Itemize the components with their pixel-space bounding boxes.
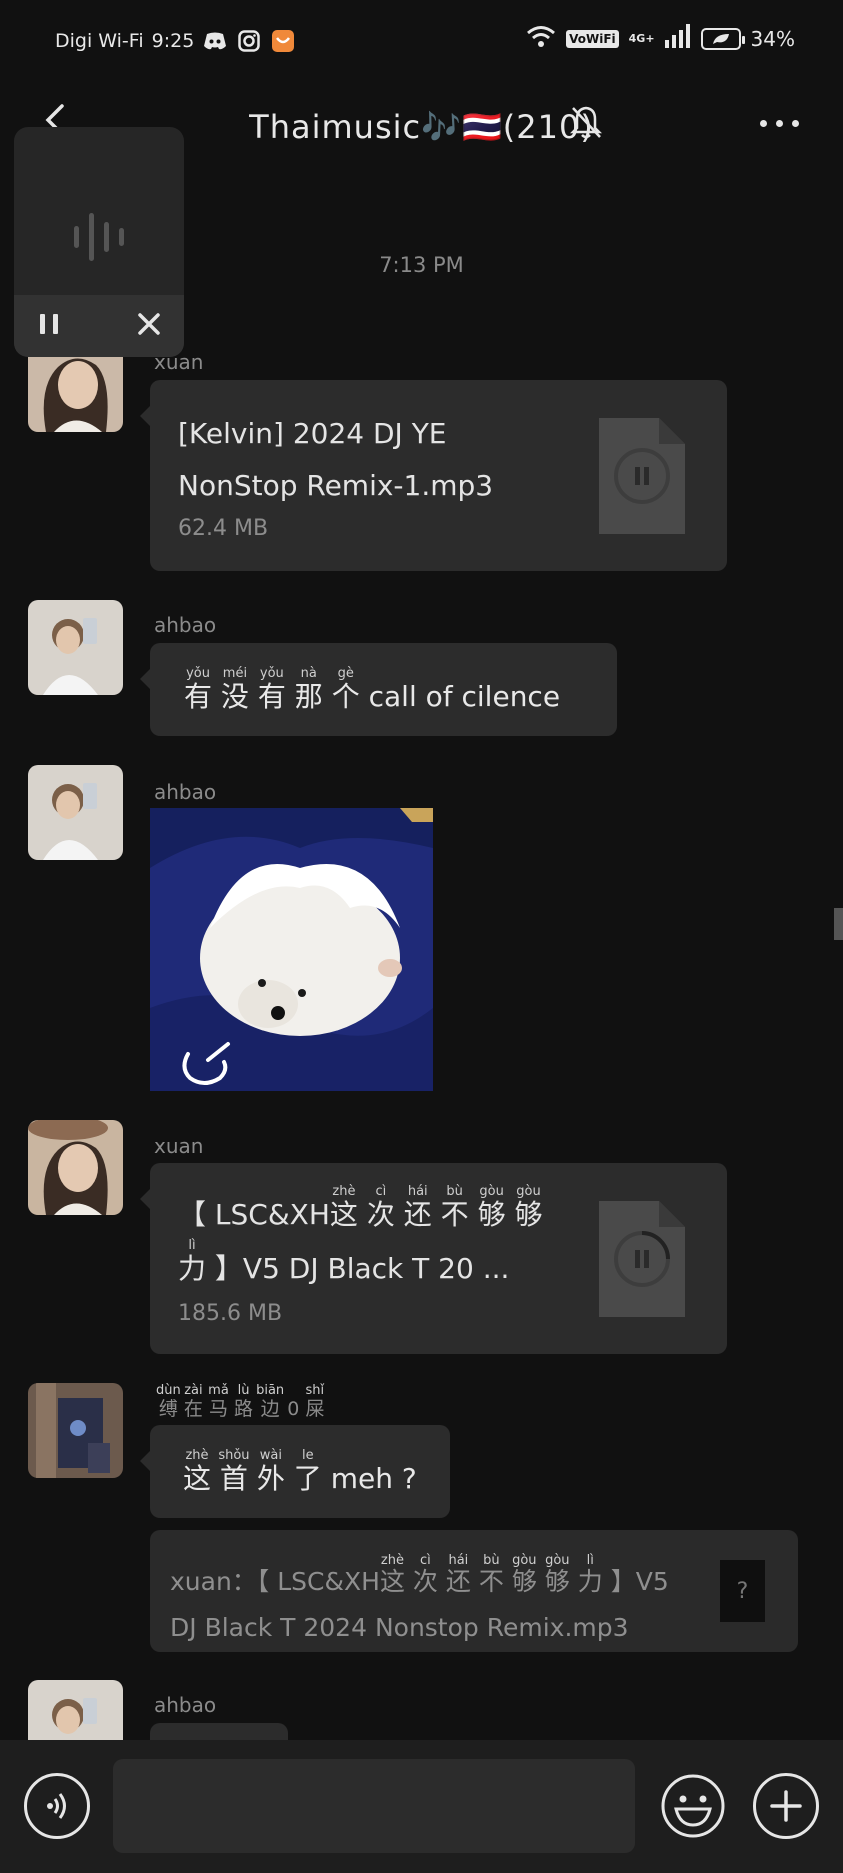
sender-name: xuan <box>154 1134 204 1158</box>
signal-icon <box>664 24 691 53</box>
emoji-icon[interactable] <box>660 1773 726 1839</box>
message-text: 这zhè 首shǒu 外wài 了le meh ? <box>183 1448 417 1495</box>
ruby-char: 了le <box>293 1448 322 1495</box>
unknown-file-icon: ? <box>720 1560 765 1622</box>
avatar-ahbao[interactable] <box>28 1680 123 1740</box>
ruby-char: 0 <box>287 1398 300 1420</box>
ruby-char: 够gòu <box>514 1184 543 1231</box>
file-message[interactable]: 【 LSC&XH这zhè 次cì 还hái 不bù 够gòu 够gòu 力lì … <box>140 1163 727 1354</box>
ruby-char: 边biān <box>256 1383 285 1420</box>
sender-name: ahbao <box>154 780 217 804</box>
sender-name: ahbao <box>154 613 217 637</box>
quoted-text: xuan：【 LSC&XH这zhè 次cì 还hái 不bù 够gòu 够gòu… <box>170 1553 669 1642</box>
ruby-char: 缚dùn <box>156 1383 181 1420</box>
ruby-char: 有yǒu <box>184 666 213 713</box>
vowifi-badge: VoWiFi <box>566 29 619 48</box>
file-name: 【 LSC&XH这zhè 次cì 还hái 不bù 够gòu 够gòu 力lì … <box>178 1184 543 1285</box>
ruby-char: 这zhè <box>183 1448 212 1495</box>
ruby-char: 还hái <box>403 1184 432 1231</box>
status-left: Digi Wi-Fi 9:25 <box>55 28 296 54</box>
text-message[interactable]: 有yǒu 没méi 有yǒu 那nà 个gè call of cilence <box>140 643 617 736</box>
message-input[interactable] <box>113 1759 635 1853</box>
floating-audio-player[interactable] <box>14 127 184 357</box>
status-right: VoWiFi 4G+ 34% <box>526 24 795 53</box>
file-size: 62.4 MB <box>178 516 269 541</box>
ruby-char: 没méi <box>220 666 249 713</box>
file-pause-icon[interactable] <box>599 1201 685 1317</box>
carrier-label: Digi Wi-Fi <box>55 30 144 52</box>
avatar-ahbao[interactable] <box>28 600 123 695</box>
loading-icon <box>178 1040 234 1090</box>
file-size: 185.6 MB <box>178 1301 283 1326</box>
file-pause-icon[interactable] <box>599 418 685 534</box>
avatar-user[interactable] <box>28 1383 123 1478</box>
sender-name: 缚dùn 在zài 马mǎ 路lù 边biān 0 屎shǐ <box>156 1383 325 1421</box>
ruby-char: 力lì <box>577 1553 603 1596</box>
avatar-xuan[interactable] <box>28 1120 123 1215</box>
network-type: 4G+ <box>628 32 655 45</box>
instagram-icon <box>236 28 262 54</box>
ruby-char: 这zhè <box>329 1184 358 1231</box>
voice-icon[interactable] <box>24 1773 90 1839</box>
ruby-char: 不bù <box>440 1184 469 1231</box>
ruby-char: 够gòu <box>544 1553 570 1596</box>
ruby-char: 有yǒu <box>257 666 286 713</box>
file-name: [Kelvin] 2024 DJ YE NonStop Remix-1.mp3 <box>178 417 494 502</box>
sender-name: ahbao <box>154 1693 217 1717</box>
quoted-message[interactable]: xuan：【 LSC&XH这zhè 次cì 还hái 不bù 够gòu 够gòu… <box>150 1530 798 1652</box>
player-controls <box>14 295 184 357</box>
ruby-char: 够gòu <box>511 1553 537 1596</box>
ruby-char: 够gòu <box>477 1184 506 1231</box>
text-message[interactable]: 这zhè 首shǒu 外wài 了le meh ? <box>140 1425 450 1518</box>
ruby-char: 屎shǐ <box>305 1383 325 1420</box>
ruby-char: 路lù <box>234 1383 254 1420</box>
pause-icon[interactable] <box>36 311 62 341</box>
text-message[interactable] <box>150 1723 288 1740</box>
audio-wave-icon <box>14 187 184 287</box>
status-bar: Digi Wi-Fi 9:25 VoWiFi 4G+ 34% <box>0 0 843 80</box>
ruby-char: 力lì <box>178 1238 207 1285</box>
ruby-char: 那nà <box>294 666 323 713</box>
battery-icon <box>700 27 745 50</box>
avatar-ahbao[interactable] <box>28 765 123 860</box>
ruby-char: 还hái <box>445 1553 471 1596</box>
close-icon[interactable] <box>136 311 162 341</box>
ruby-char: 次cì <box>412 1553 438 1596</box>
ruby-char: 不bù <box>478 1553 504 1596</box>
more-icon[interactable] <box>760 120 799 127</box>
ruby-char: 次cì <box>366 1184 395 1231</box>
wifi-icon <box>526 24 556 53</box>
message-text: 有yǒu 没méi 有yǒu 那nà 个gè call of cilence <box>184 666 561 713</box>
ruby-char: 外wài <box>256 1448 285 1495</box>
clock: 9:25 <box>151 30 195 52</box>
discord-icon <box>202 28 228 54</box>
ruby-char: 首shǒu <box>218 1448 250 1495</box>
image-message[interactable] <box>150 808 433 1091</box>
input-bar <box>0 1740 843 1873</box>
plus-icon[interactable] <box>753 1773 819 1839</box>
scrollbar-handle[interactable] <box>834 908 843 940</box>
file-message[interactable]: [Kelvin] 2024 DJ YE NonStop Remix-1.mp3 … <box>140 380 727 571</box>
ruby-char: 这zhè <box>379 1553 405 1596</box>
ruby-char: 马mǎ <box>208 1383 229 1420</box>
ruby-char: 在zài <box>183 1383 203 1420</box>
mute-bell-icon <box>568 104 604 140</box>
battery-level: 34% <box>750 26 795 51</box>
ruby-char: 个gè <box>331 666 360 713</box>
shopping-app-icon <box>270 28 296 54</box>
